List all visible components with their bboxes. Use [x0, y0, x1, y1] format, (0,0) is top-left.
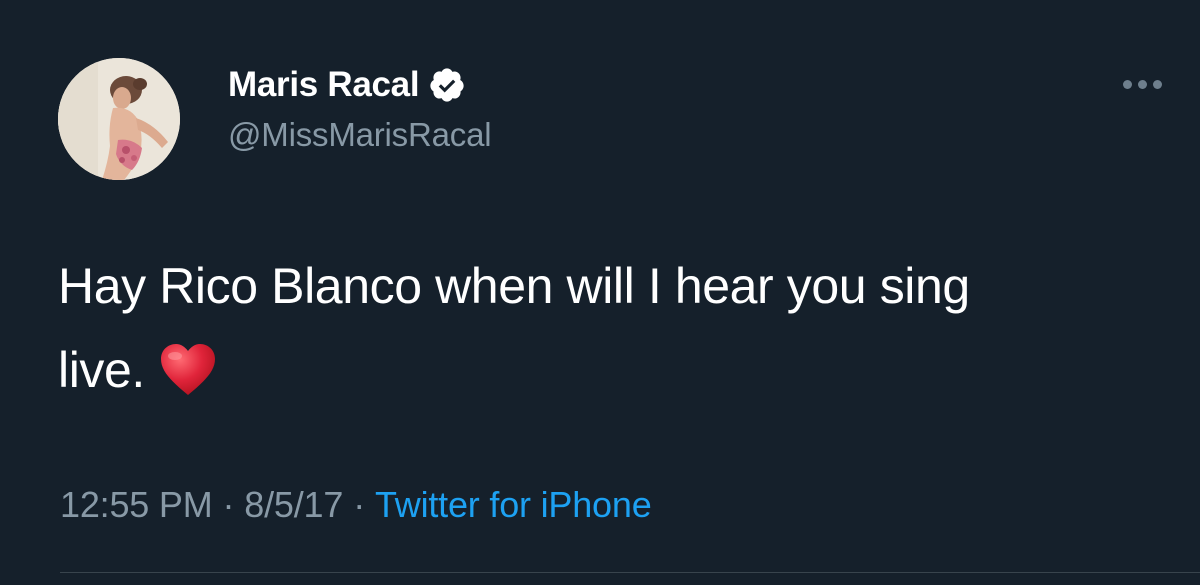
tweet-date[interactable]: 8/5/17 [244, 484, 343, 525]
more-options-button[interactable] [1112, 72, 1172, 96]
more-dots-icon [1122, 79, 1132, 89]
author-info: Maris Racal @MissMarisRacal [228, 62, 492, 154]
more-dot [1137, 79, 1147, 89]
tweet-time[interactable]: 12:55 PM [60, 484, 213, 525]
divider [60, 572, 1200, 573]
tweet-text-line-1: Hay Rico Blanco when will I hear you sin… [58, 258, 970, 314]
tweet-text: Hay Rico Blanco when will I hear you sin… [58, 244, 1168, 412]
more-dot [1152, 79, 1162, 89]
display-name[interactable]: Maris Racal [228, 65, 420, 105]
verified-badge-icon [428, 66, 466, 104]
tweet-text-line-2-content: live. [58, 342, 145, 398]
user-handle[interactable]: @MissMarisRacal [228, 116, 492, 154]
tweet-text-line-2: live. [58, 328, 1168, 412]
profile-photo-icon [58, 58, 180, 180]
name-row: Maris Racal [228, 62, 491, 108]
separator-2: · [353, 484, 365, 525]
tweet-meta: 12:55 PM · 8/5/17 · Twitter for iPhone [60, 484, 652, 526]
tweet-source-link[interactable]: Twitter for iPhone [375, 484, 652, 525]
separator-1: · [222, 484, 235, 525]
tweet-card: Maris Racal @MissMarisRacal Hay Rico Bla… [0, 0, 1200, 585]
avatar[interactable] [58, 58, 180, 180]
red-heart-icon [159, 338, 217, 395]
